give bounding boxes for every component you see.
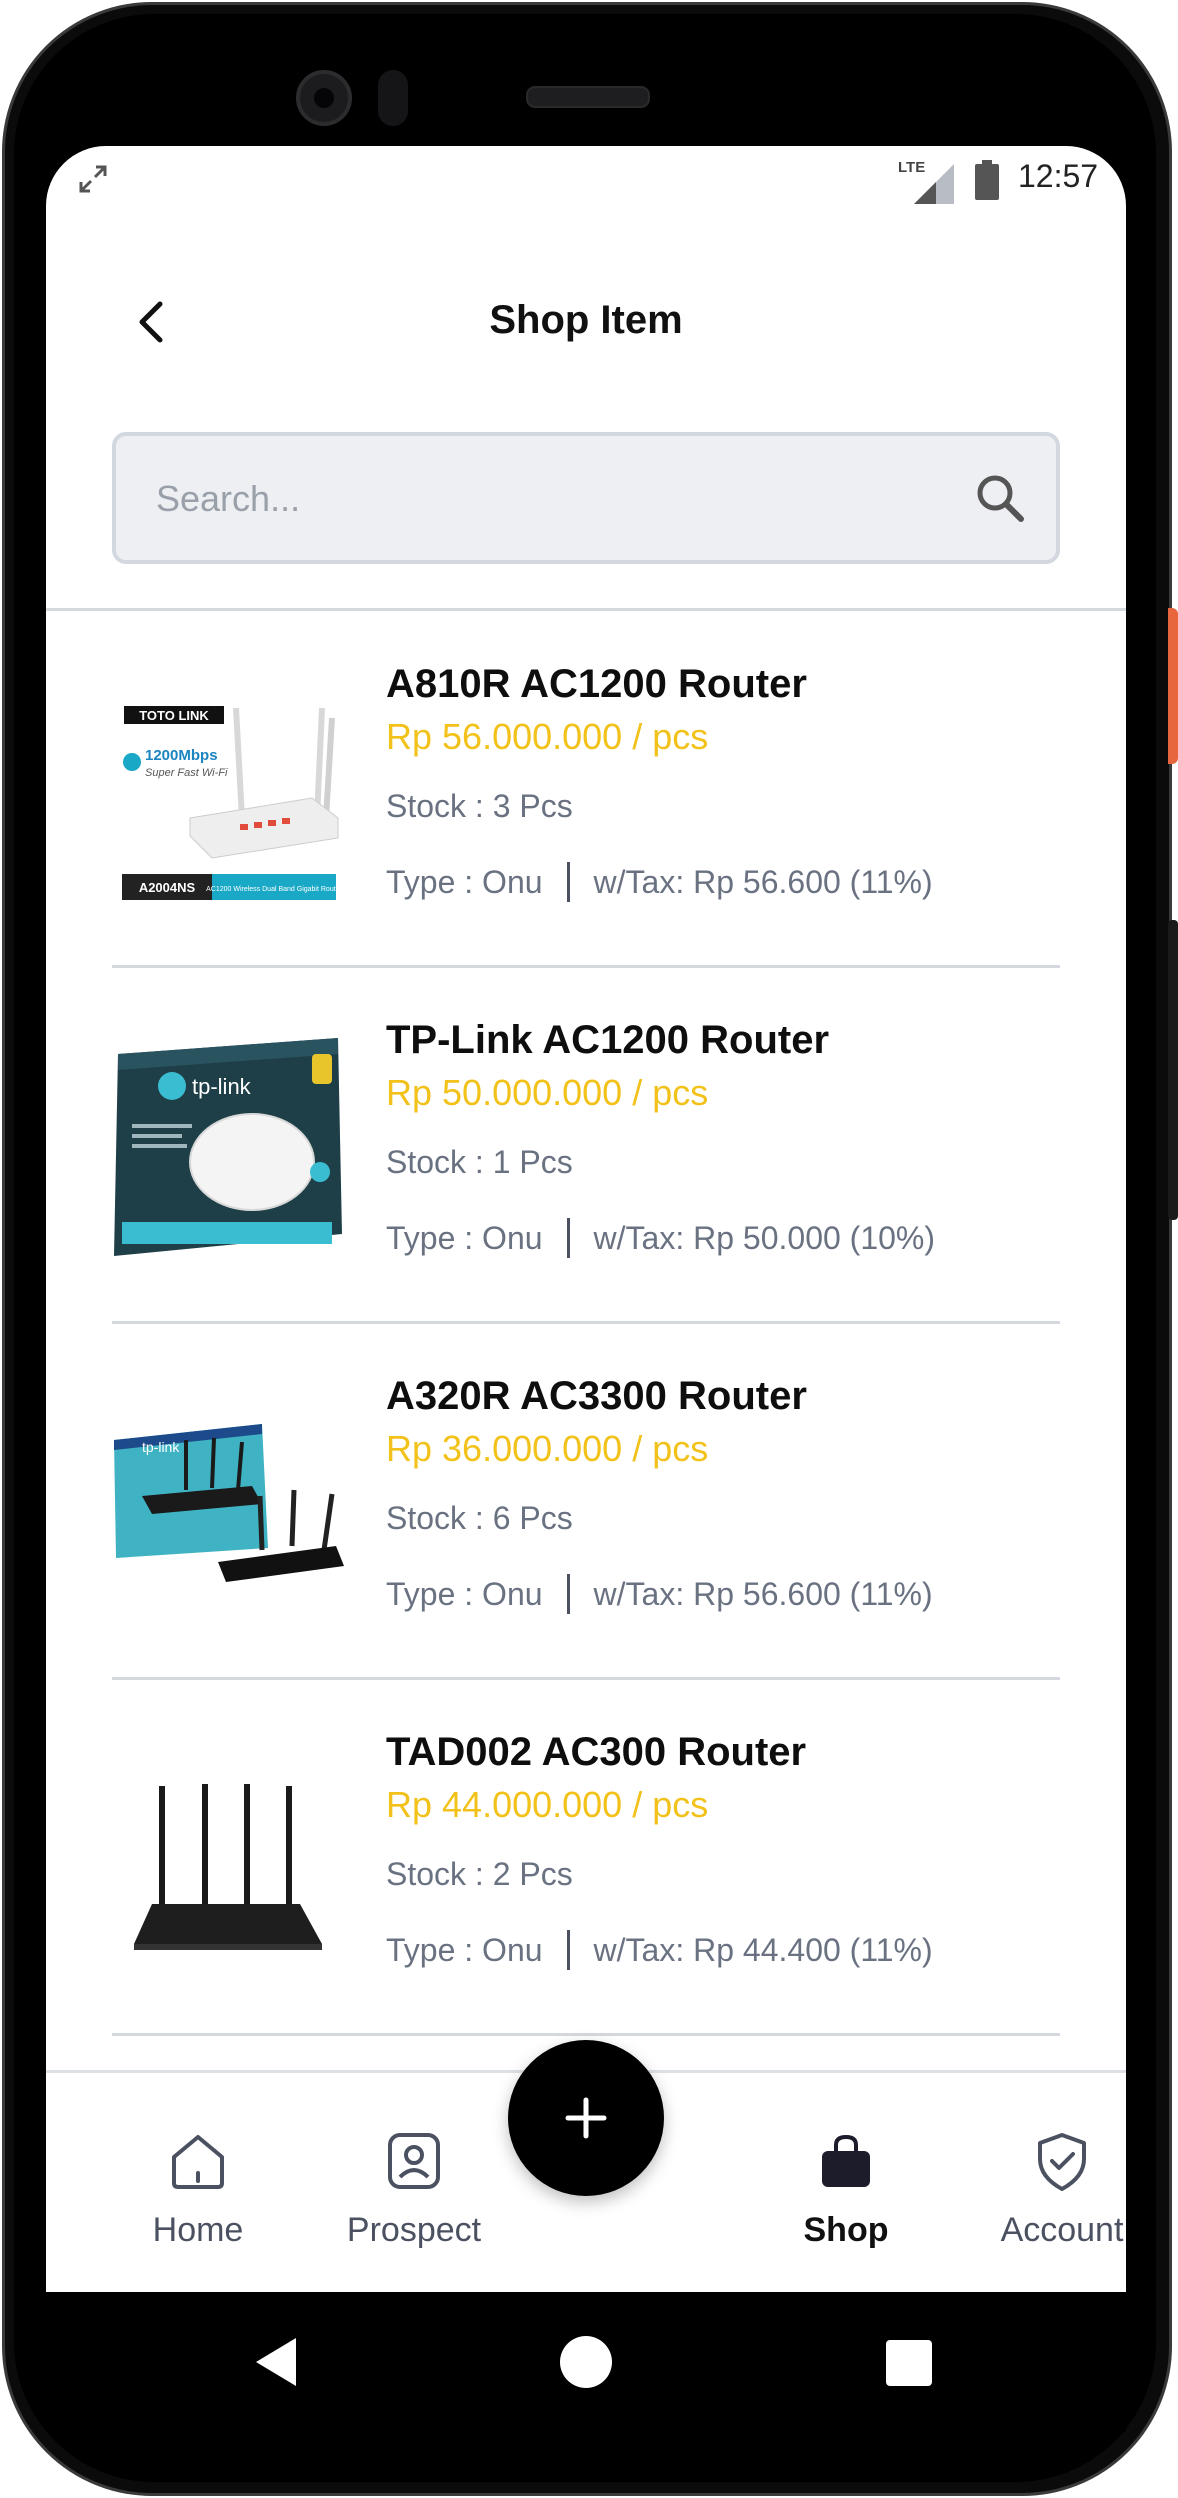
page-title: Shop Item xyxy=(489,298,683,342)
product-image: TOTO LINK 1200Mbps Super Fast Wi-Fi A200… xyxy=(112,668,344,900)
image-caption-text: Super Fast Wi-Fi xyxy=(145,767,228,779)
system-back-button[interactable] xyxy=(246,2332,306,2392)
list-item[interactable]: TOTO LINK 1200Mbps Super Fast Wi-Fi A200… xyxy=(112,612,1060,968)
item-name: TP-Link AC1200 Router xyxy=(386,1018,830,1062)
app-header: Shop Item xyxy=(46,276,1126,366)
shield-check-icon xyxy=(1038,2133,1086,2191)
search-input[interactable] xyxy=(154,436,938,562)
item-name: A320R AC3300 Router xyxy=(386,1374,807,1418)
item-name: TAD002 AC300 Router xyxy=(386,1730,807,1774)
status-time: 12:57 xyxy=(1018,158,1099,194)
nav-label-home: Home xyxy=(152,2211,244,2249)
item-tax: w/Tax: Rp 56.600 (11%) xyxy=(593,1575,933,1612)
header-divider xyxy=(46,608,1126,611)
item-stock: Stock : 2 Pcs xyxy=(386,1856,573,1892)
image-brand-text: TOTO LINK xyxy=(139,708,209,723)
item-stock: Stock : 6 Pcs xyxy=(386,1500,573,1536)
item-meta: Type : Onu w/Tax: Rp 56.600 (11%) xyxy=(386,862,933,902)
nav-label-shop: Shop xyxy=(803,2211,889,2249)
meta-separator xyxy=(566,862,570,902)
image-brand-text: tp-link xyxy=(192,1074,252,1099)
volume-button xyxy=(1168,920,1178,1220)
product-image: tp-link xyxy=(112,1380,344,1612)
list-item[interactable]: tp-link A320R AC3300 Router Rp 36.000.00… xyxy=(112,1324,1060,1680)
battery-icon xyxy=(975,160,999,200)
nav-label-prospect: Prospect xyxy=(346,2211,482,2249)
item-tax: w/Tax: Rp 50.000 (10%) xyxy=(593,1219,936,1256)
chevron-left-icon xyxy=(139,301,163,343)
list-item[interactable]: tp-link TP-Link AC1200 Router Rp 50.000.… xyxy=(112,968,1060,1324)
system-home-button[interactable] xyxy=(560,2336,612,2388)
item-tax: w/Tax: Rp 56.600 (11%) xyxy=(593,863,933,900)
nav-item-shop[interactable]: Shop xyxy=(746,2129,946,2269)
list-item[interactable]: TAD002 AC300 Router Rp 44.000.000 / pcs … xyxy=(112,1680,1060,2036)
item-stock: Stock : 1 Pcs xyxy=(386,1144,573,1180)
item-divider xyxy=(112,2033,1060,2036)
plus-icon xyxy=(565,2097,607,2139)
signal-icon: LTE xyxy=(898,159,954,204)
expand-icon xyxy=(79,165,107,193)
item-price: Rp 56.000.000 / pcs xyxy=(386,716,709,757)
user-badge-icon xyxy=(388,2133,440,2189)
home-icon xyxy=(172,2135,224,2189)
power-button xyxy=(1168,608,1178,764)
meta-separator xyxy=(566,1930,570,1970)
item-type: Type : Onu xyxy=(386,863,543,900)
nav-label-account: Account xyxy=(1000,2211,1124,2249)
item-meta: Type : Onu w/Tax: Rp 50.000 (10%) xyxy=(386,1218,935,1258)
image-model-text: A2004NS xyxy=(139,880,196,895)
meta-separator xyxy=(566,1218,570,1258)
item-meta: Type : Onu w/Tax: Rp 44.400 (11%) xyxy=(386,1930,933,1970)
item-type: Type : Onu xyxy=(386,1575,543,1612)
search-bar xyxy=(112,432,1060,564)
shopping-bag-icon xyxy=(822,2134,870,2187)
item-price: Rp 50.000.000 / pcs xyxy=(386,1072,709,1113)
nav-item-account[interactable]: Account xyxy=(962,2129,1126,2269)
image-caption-text: 1200Mbps xyxy=(145,747,218,764)
nav-item-prospect[interactable]: Prospect xyxy=(314,2129,514,2269)
earpiece-speaker xyxy=(526,86,650,108)
image-desc-text: AC1200 Wireless Dual Band Gigabit Router xyxy=(206,886,342,893)
add-button[interactable] xyxy=(508,2040,664,2196)
item-type: Type : Onu xyxy=(386,1219,543,1256)
meta-separator xyxy=(566,1574,570,1614)
item-name: A810R AC1200 Router xyxy=(386,662,807,706)
network-label: LTE xyxy=(898,159,925,176)
item-price: Rp 36.000.000 / pcs xyxy=(386,1428,709,1469)
product-image: tp-link xyxy=(112,1024,344,1256)
back-button[interactable] xyxy=(124,294,180,350)
proximity-sensor xyxy=(378,70,408,126)
item-list: TOTO LINK 1200Mbps Super Fast Wi-Fi A200… xyxy=(46,612,1126,2070)
front-camera xyxy=(296,70,352,126)
item-stock: Stock : 3 Pcs xyxy=(386,788,573,824)
item-tax: w/Tax: Rp 44.400 (11%) xyxy=(593,1931,933,1968)
item-meta: Type : Onu w/Tax: Rp 56.600 (11%) xyxy=(386,1574,933,1614)
system-nav-bar xyxy=(46,2292,1126,2432)
nav-item-home[interactable]: Home xyxy=(98,2129,298,2269)
status-bar: LTE 12:57 xyxy=(46,146,1126,212)
product-image xyxy=(112,1736,344,1968)
search-icon[interactable] xyxy=(972,470,1028,526)
image-brand-text: tp-link xyxy=(142,1439,180,1455)
app-screen: LTE 12:57 Shop Item TOTO LINK xyxy=(46,146,1126,2292)
item-type: Type : Onu xyxy=(386,1931,543,1968)
system-recents-button[interactable] xyxy=(886,2340,932,2386)
item-price: Rp 44.000.000 / pcs xyxy=(386,1784,709,1825)
